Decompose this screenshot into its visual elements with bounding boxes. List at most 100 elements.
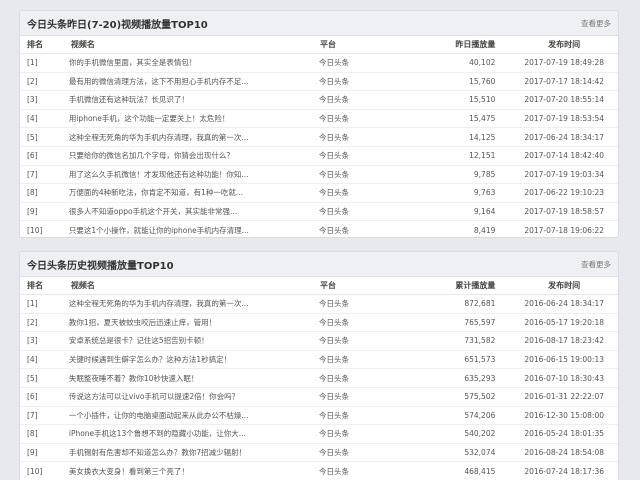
table-row: [3] 手机微信还有这种玩法？长见识了！ 今日头条 15,510 2017-07-20 …	[20, 91, 618, 110]
table-row: [2] 最有用的微信清理方法，这下不用担心手机内存不足... 今日头条 15,760 2…	[20, 73, 618, 92]
table-row: [3] 安卓系统总是很卡？记住这5招告别卡顿！ 今日头条 731,582 2016-08…	[20, 332, 618, 351]
video-name-link[interactable]: 美女换衣大变身！看到第三个亮了！	[66, 466, 302, 477]
col-name-header: 视频名	[70, 281, 95, 290]
date-cell: 2016-07-10 18:30:43	[524, 373, 604, 383]
platform-cell: 今日头条	[319, 299, 350, 309]
rank-cell: [7]	[27, 410, 38, 420]
platform-cell: 今日头条	[319, 169, 350, 179]
date-cell: 2017-06-22 19:10:23	[524, 188, 604, 198]
video-name-link[interactable]: 一个小插件，让你的电脑桌面动起来从此办公不枯燥...	[66, 410, 302, 421]
video-name-link[interactable]: 这种全程无死角的华为手机内存清理，我真的第一次...	[66, 132, 302, 143]
video-name-link[interactable]: 用iphone手机，这个功能一定要关上！太危险！	[66, 113, 302, 124]
rank-cell: [6]	[27, 151, 38, 161]
platform-cell: 今日头条	[319, 188, 350, 198]
table-row: [5] 这种全程无死角的华为手机内存清理，我真的第一次... 今日头条 14,125 2…	[20, 128, 618, 147]
platform-cell: 今日头条	[319, 373, 350, 383]
count-cell: 15,475	[469, 114, 496, 124]
col-date-header: 发布时间	[548, 281, 581, 290]
video-name-link[interactable]: 很多人不知道oppo手机这个开关，其实能非常强...	[66, 206, 302, 217]
count-cell: 15,760	[469, 76, 496, 86]
rank-cell: [4]	[27, 355, 38, 365]
platform-cell: 今日头条	[319, 151, 350, 161]
rank-cell: [9]	[27, 448, 38, 458]
count-cell: 8,419	[473, 226, 496, 236]
video-name-link[interactable]: 关键时候遇到生僻字怎么办？这种方法1秒搞定！	[66, 354, 302, 365]
date-cell: 2016-06-15 19:00:13	[524, 355, 604, 365]
date-cell: 2016-08-17 18:23:42	[524, 336, 604, 346]
video-name-link[interactable]: 失眠整夜睡不着？教你10秒快速入眠！	[66, 373, 302, 384]
col-platform-header: 平台	[320, 281, 337, 290]
count-cell: 651,573	[464, 355, 496, 365]
rank-cell: [10]	[27, 226, 43, 236]
date-cell: 2016-08-24 18:54:08	[524, 448, 604, 458]
video-name-link[interactable]: 万便面的4种新吃法，你肯定不知道，有1种一吃就...	[66, 187, 302, 198]
col-count-header: 累计播放量	[455, 281, 496, 290]
date-cell: 2017-07-19 18:49:28	[524, 58, 604, 68]
col-rank-header: 排名	[27, 40, 43, 49]
col-rank-header: 排名	[27, 281, 43, 290]
video-name-link[interactable]: 只要这1个小操作，就能让你的iphone手机内存清理...	[66, 225, 302, 236]
panel-header: 今日头条历史视频播放量TOP10 查看更多	[20, 252, 618, 277]
platform-cell: 今日头条	[319, 392, 350, 402]
table-row: [8] iPhone手机这13个鲁想不到的隐藏小功能，让你大... 今日头条 540,…	[20, 425, 618, 444]
date-cell: 2016-12-30 15:08:00	[524, 410, 604, 420]
date-cell: 2017-07-19 18:53:54	[524, 114, 604, 124]
count-cell: 12,151	[469, 151, 496, 161]
video-name-link[interactable]: 传说这方法可以让vivo手机可以提速2倍！你会吗？	[66, 391, 302, 402]
date-cell: 2017-06-24 18:34:17	[524, 132, 604, 142]
col-count-header: 昨日播放量	[455, 40, 496, 49]
platform-cell: 今日头条	[319, 207, 350, 217]
rank-cell: [4]	[27, 114, 38, 124]
video-name-link[interactable]: 用了这么久手机微信！才发现他还有这种功能！你知...	[66, 169, 302, 180]
count-cell: 532,074	[464, 448, 496, 458]
history-top10-panel: 今日头条历史视频播放量TOP10 查看更多 排名 视频名 平台 累计播放量 发布…	[19, 251, 619, 480]
video-name-link[interactable]: 只要给你的微信名加几个字母，你猜会出现什么？	[66, 150, 302, 161]
col-date-header: 发布时间	[548, 40, 581, 49]
count-cell: 731,582	[464, 336, 496, 346]
table-row: [2] 教你1招，夏天被蚊虫咬后迅速止痒，管用！ 今日头条 765,597 2016-0…	[20, 314, 618, 333]
date-cell: 2017-07-17 18:14:42	[524, 76, 604, 86]
rank-cell: [8]	[27, 429, 38, 439]
panel-title: 今日头条历史视频播放量TOP10	[27, 260, 174, 272]
platform-cell: 今日头条	[319, 410, 350, 420]
table-row: [8] 万便面的4种新吃法，你肯定不知道，有1种一吃就... 今日头条 9,763 20…	[20, 184, 618, 203]
rank-cell: [1]	[27, 299, 38, 309]
view-more-link[interactable]: 查看更多	[581, 259, 611, 270]
video-name-link[interactable]: 安卓系统总是很卡？记住这5招告别卡顿！	[66, 335, 302, 346]
view-more-link[interactable]: 查看更多	[581, 18, 611, 29]
video-name-link[interactable]: 这种全程无死角的华为手机内存清理，我真的第一次...	[66, 298, 302, 309]
table-row: [1] 这种全程无死角的华为手机内存清理，我真的第一次... 今日头条 872,681…	[20, 295, 618, 314]
video-name-link[interactable]: 手机微信还有这种玩法？长见识了！	[66, 94, 302, 105]
rank-cell: [2]	[27, 317, 38, 327]
video-name-link[interactable]: iPhone手机这13个鲁想不到的隐藏小功能，让你大...	[66, 428, 302, 439]
col-name-header: 视频名	[70, 40, 95, 49]
table-row: [7] 一个小插件，让你的电脑桌面动起来从此办公不枯燥... 今日头条 574,206…	[20, 407, 618, 426]
date-cell: 2017-07-19 18:58:57	[524, 207, 604, 217]
rank-cell: [9]	[27, 207, 38, 217]
date-cell: 2016-05-24 18:01:35	[524, 429, 604, 439]
platform-cell: 今日头条	[319, 76, 350, 86]
count-cell: 15,510	[469, 95, 496, 105]
table-header: 排名 视频名 平台 昨日播放量 发布时间	[20, 36, 618, 54]
rank-cell: [8]	[27, 188, 38, 198]
rank-cell: [3]	[27, 336, 38, 346]
platform-cell: 今日头条	[319, 336, 350, 346]
count-cell: 765,597	[464, 317, 496, 327]
video-name-link[interactable]: 最有用的微信清理方法，这下不用担心手机内存不足...	[66, 76, 302, 87]
table-row: [5] 失眠整夜睡不着？教你10秒快速入眠！ 今日头条 635,293 2016-07-…	[20, 369, 618, 388]
video-name-link[interactable]: 教你1招，夏天被蚊虫咬后迅速止痒，管用！	[66, 317, 302, 328]
platform-cell: 今日头条	[319, 355, 350, 365]
rank-cell: [5]	[27, 132, 38, 142]
video-name-link[interactable]: 你的手机微信里面，其实全是表情包！	[66, 57, 302, 68]
date-cell: 2016-01-31 22:22:07	[524, 392, 604, 402]
panel-title: 今日头条昨日(7-20)视频播放量TOP10	[27, 19, 208, 31]
platform-cell: 今日头条	[319, 95, 350, 105]
rank-cell: [2]	[27, 76, 38, 86]
platform-cell: 今日头条	[319, 467, 350, 477]
date-cell: 2017-07-14 18:42:40	[524, 151, 604, 161]
table-row: [1] 你的手机微信里面，其实全是表情包！ 今日头条 40,102 2017-07-19…	[20, 54, 618, 73]
rank-cell: [10]	[27, 467, 43, 477]
count-cell: 635,293	[464, 373, 496, 383]
rank-cell: [3]	[27, 95, 38, 105]
video-name-link[interactable]: 手机锡射有危害却不知道怎么办？教你7招减少辐射！	[66, 447, 302, 458]
